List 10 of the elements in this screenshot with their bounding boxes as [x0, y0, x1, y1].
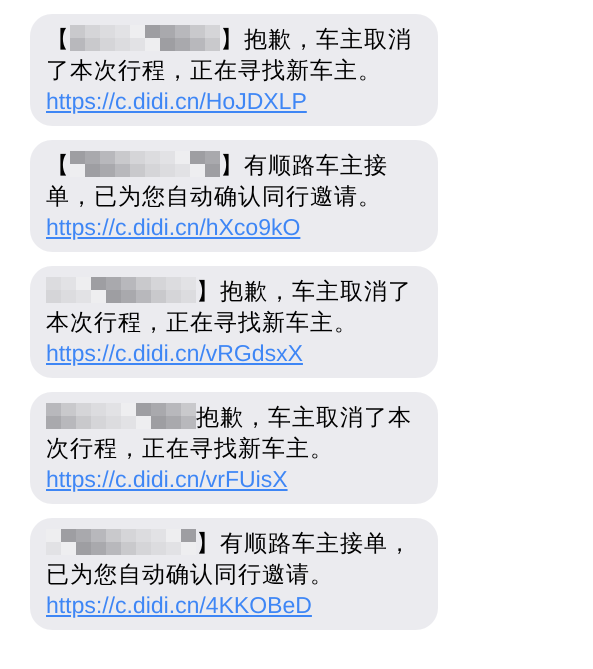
message-text: 抱歉，车主取消了本次行程，正在寻找新车主。 — [46, 402, 413, 463]
link[interactable]: https://c.didi.cn/vRGdsxX — [46, 338, 422, 368]
link[interactable]: https://c.didi.cn/vrFUisX — [46, 464, 422, 494]
message-text: 【 】抱歉，车主取消了本次行程，正在寻找新车主。 — [46, 24, 413, 85]
link[interactable]: https://c.didi.cn/4KKOBeD — [46, 590, 422, 620]
link[interactable]: https://c.didi.cn/hXco9kO — [46, 212, 422, 242]
message-text: 】有顺路车主接单，已为您自动确认同行邀请。 — [46, 528, 413, 589]
message-text: 【 】有顺路车主接单，已为您自动确认同行邀请。 — [46, 150, 389, 211]
message-text: 】抱歉，车主取消了本次行程，正在寻找新车主。 — [46, 276, 413, 337]
link[interactable]: https://c.didi.cn/HoJDXLP — [46, 86, 422, 116]
